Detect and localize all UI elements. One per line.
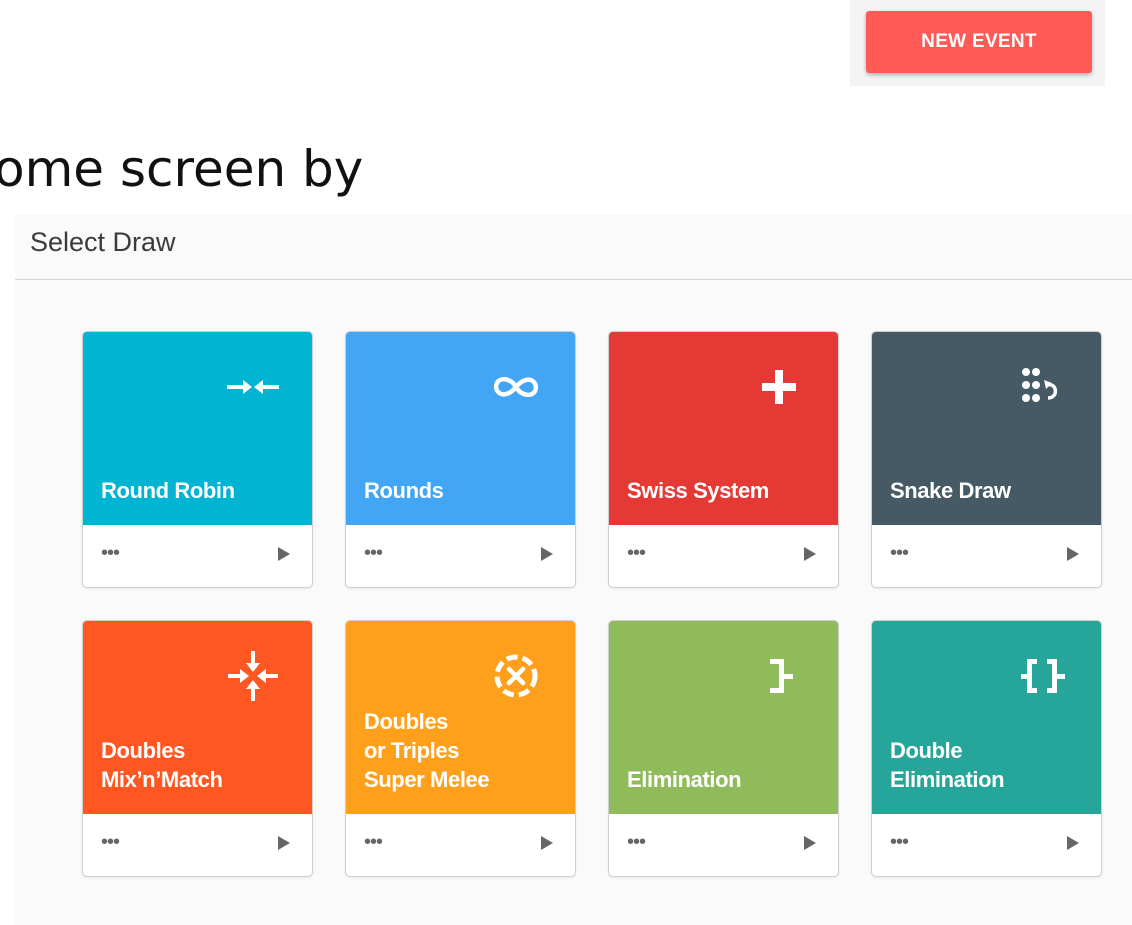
draw-card-title-line: Super Melee <box>364 767 490 792</box>
draw-card-actions: ••• <box>609 814 838 876</box>
draw-card-title: Snake Draw <box>890 476 1091 505</box>
infinity-icon <box>487 358 545 416</box>
more-options-icon[interactable]: ••• <box>101 832 120 852</box>
draw-card-title-line: Doubles <box>101 738 185 763</box>
play-icon[interactable] <box>804 547 816 561</box>
cross-arrows-icon <box>224 647 282 705</box>
draw-card-actions: ••• <box>872 525 1101 587</box>
draw-card-3[interactable]: Snake Draw ••• <box>871 331 1102 588</box>
play-icon[interactable] <box>1067 836 1079 850</box>
draw-card-4[interactable]: Doubles Mix’n’Match ••• <box>82 620 313 877</box>
draw-card-actions: ••• <box>83 525 312 587</box>
play-icon[interactable] <box>804 836 816 850</box>
plus-icon <box>750 358 808 416</box>
draw-card-5[interactable]: Doubles or Triples Super Melee ••• <box>345 620 576 877</box>
draw-card-title: Double Elimination <box>890 736 1091 794</box>
dialog-header: Select Draw <box>15 214 1132 280</box>
draw-card-6[interactable]: Elimination ••• <box>608 620 839 877</box>
draw-card-1[interactable]: Rounds ••• <box>345 331 576 588</box>
background-heading: ome screen by <box>0 140 364 198</box>
draw-card-actions: ••• <box>346 525 575 587</box>
draw-card-banner[interactable]: Swiss System <box>609 332 838 525</box>
draw-card-title: Elimination <box>627 765 828 794</box>
draw-card-title-line: Mix’n’Match <box>101 767 223 792</box>
draw-card-banner[interactable]: Doubles Mix’n’Match <box>83 621 312 814</box>
draw-card-actions: ••• <box>872 814 1101 876</box>
draw-card-title-line: Elimination <box>890 767 1005 792</box>
more-options-icon[interactable]: ••• <box>890 543 909 563</box>
draw-card-title: Swiss System <box>627 476 828 505</box>
draw-card-title-line: Rounds <box>364 478 444 503</box>
draw-card-banner[interactable]: Rounds <box>346 332 575 525</box>
draw-card-banner[interactable]: Snake Draw <box>872 332 1101 525</box>
draw-card-title-line: Round Robin <box>101 478 235 503</box>
more-options-icon[interactable]: ••• <box>627 543 646 563</box>
select-draw-dialog: Select Draw Round Robin ••• Rounds ••• Swiss… <box>15 214 1132 925</box>
dialog-title: Select Draw <box>30 227 176 257</box>
double-bracket-icon <box>1013 647 1071 705</box>
draw-card-banner[interactable]: Elimination <box>609 621 838 814</box>
draw-card-banner[interactable]: Double Elimination <box>872 621 1101 814</box>
more-options-icon[interactable]: ••• <box>364 832 383 852</box>
draw-card-0[interactable]: Round Robin ••• <box>82 331 313 588</box>
draw-card-actions: ••• <box>609 525 838 587</box>
bracket-icon <box>750 647 808 705</box>
draw-card-title-line: Doubles <box>364 709 448 734</box>
draw-card-title: Rounds <box>364 476 565 505</box>
draw-card-title: Doubles Mix’n’Match <box>101 736 302 794</box>
play-icon[interactable] <box>278 547 290 561</box>
draw-card-banner[interactable]: Round Robin <box>83 332 312 525</box>
play-icon[interactable] <box>541 836 553 850</box>
circle-x-icon <box>487 647 545 705</box>
draw-card-title-line: Double <box>890 738 963 763</box>
draw-card-7[interactable]: Double Elimination ••• <box>871 620 1102 877</box>
dots-rotate-icon <box>1013 358 1071 416</box>
play-icon[interactable] <box>278 836 290 850</box>
draw-card-banner[interactable]: Doubles or Triples Super Melee <box>346 621 575 814</box>
draw-card-title-line: Swiss System <box>627 478 769 503</box>
draw-card-actions: ••• <box>83 814 312 876</box>
draw-card-title: Round Robin <box>101 476 302 505</box>
draw-card-title-line: Snake Draw <box>890 478 1011 503</box>
draw-card-title-line: Elimination <box>627 767 742 792</box>
draw-card-actions: ••• <box>346 814 575 876</box>
draw-card-title-line: or Triples <box>364 738 460 763</box>
draw-card-2[interactable]: Swiss System ••• <box>608 331 839 588</box>
play-icon[interactable] <box>1067 547 1079 561</box>
arrows-converge-icon <box>224 358 282 416</box>
more-options-icon[interactable]: ••• <box>627 832 646 852</box>
more-options-icon[interactable]: ••• <box>101 543 120 563</box>
new-event-button[interactable]: NEW EVENT <box>866 11 1092 73</box>
more-options-icon[interactable]: ••• <box>890 832 909 852</box>
draw-card-title: Doubles or Triples Super Melee <box>364 707 565 794</box>
more-options-icon[interactable]: ••• <box>364 543 383 563</box>
play-icon[interactable] <box>541 547 553 561</box>
